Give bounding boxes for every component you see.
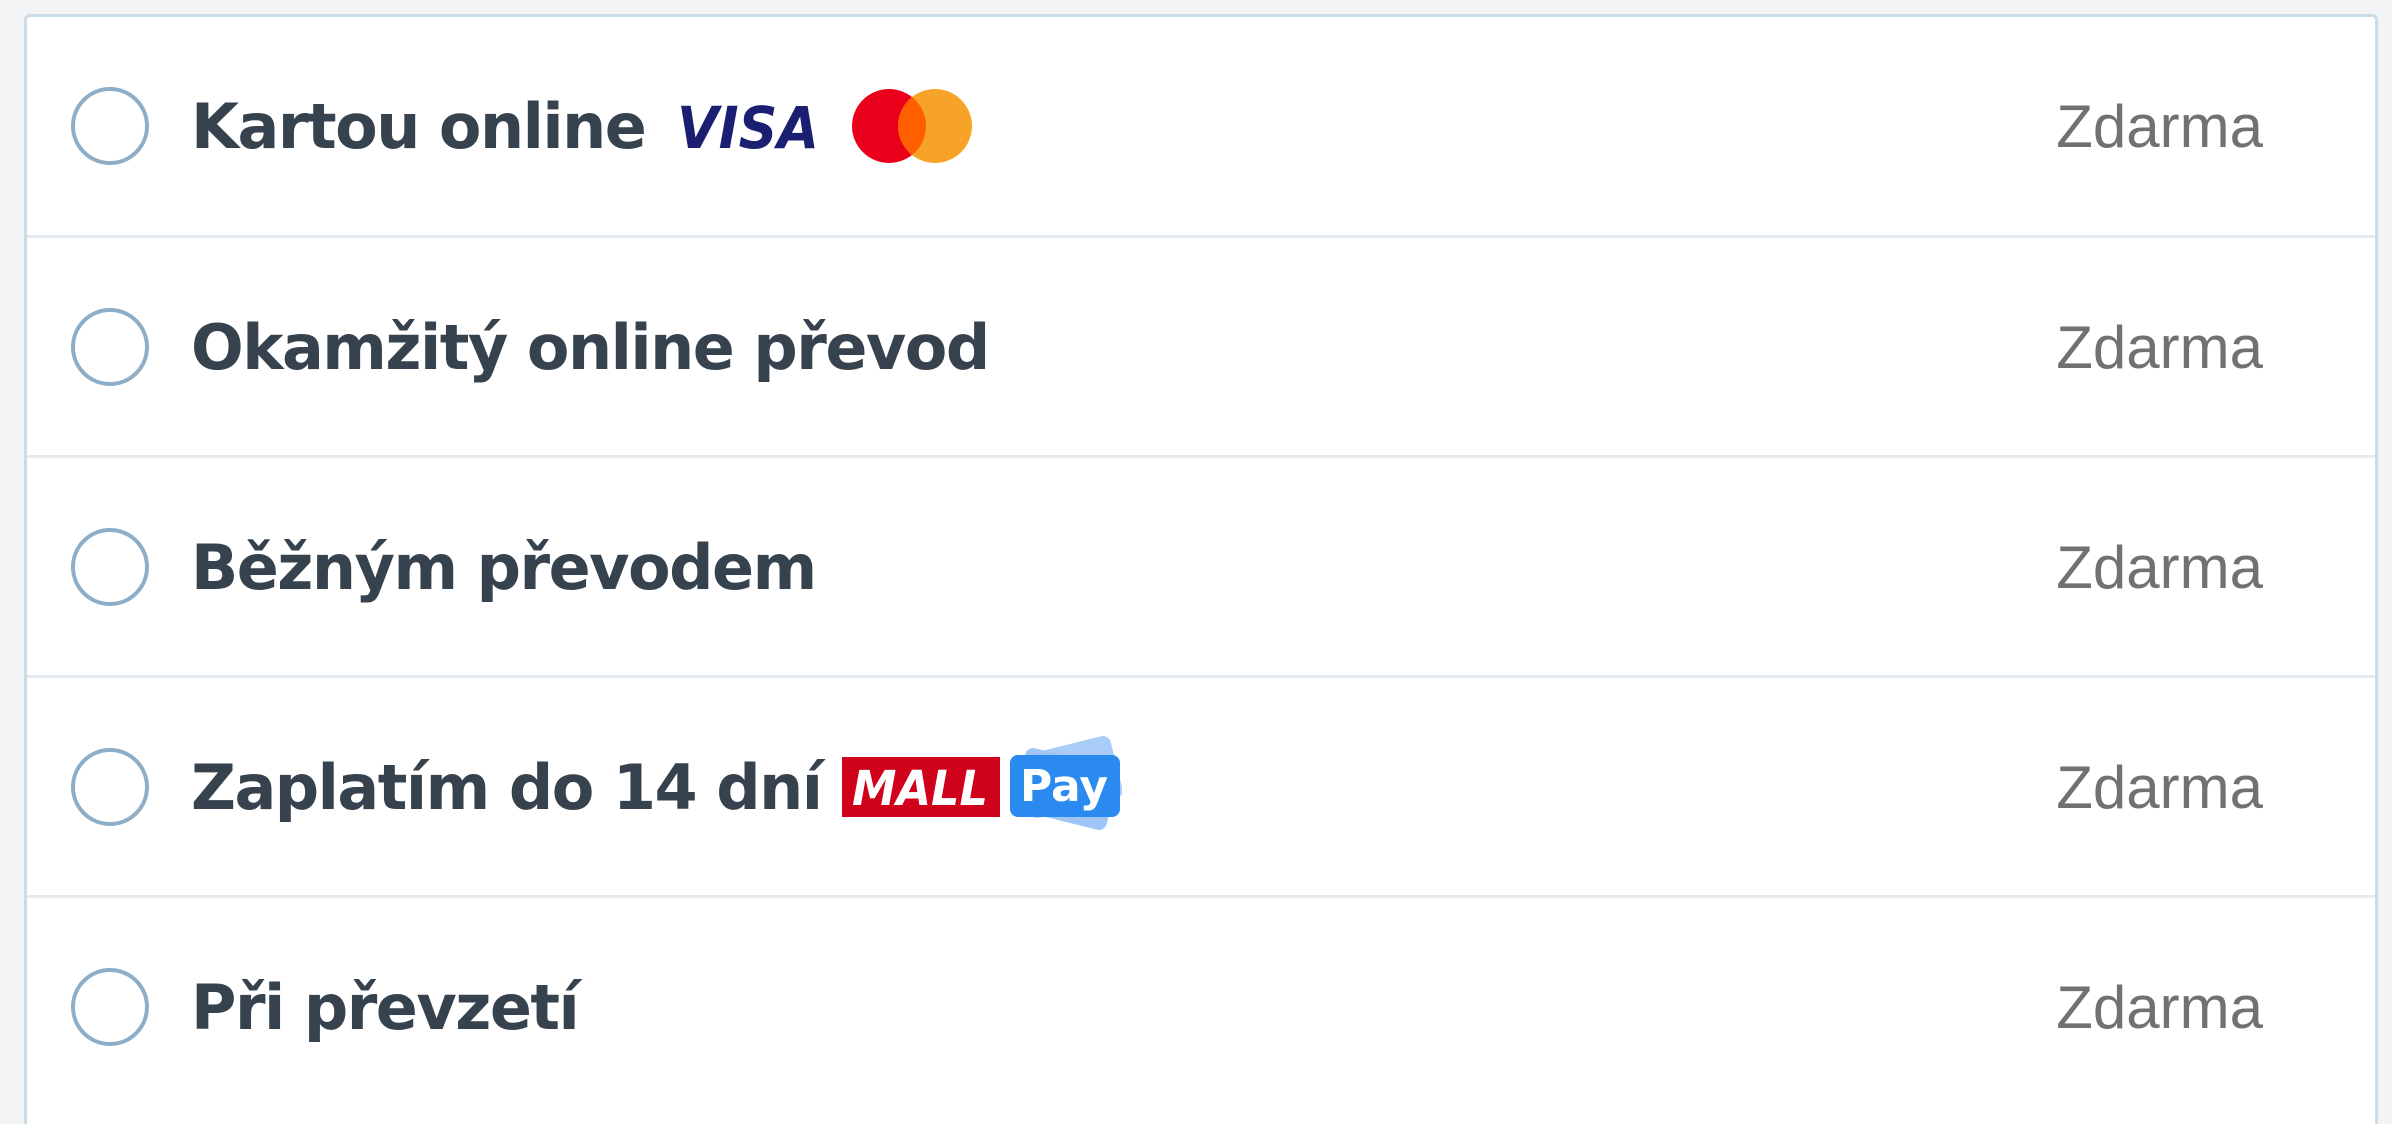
payment-option-label-group: Při převzetí xyxy=(191,898,580,1116)
payment-option-label-group: Běžným převodem xyxy=(191,458,817,676)
payment-option-price: Zdarma xyxy=(2056,313,2263,381)
payment-option-label-group: Kartou online VISA xyxy=(191,17,973,235)
payment-method-list: Kartou online VISA Zdarma Okamžitý onlin… xyxy=(24,14,2378,1124)
mastercard-logo xyxy=(852,89,973,163)
radio-button[interactable] xyxy=(71,528,149,606)
payment-option-price: Zdarma xyxy=(2056,92,2263,160)
visa-logo: VISA xyxy=(677,96,819,156)
payment-option-label: Okamžitý online převod xyxy=(191,310,990,384)
pay-logo-text: Pay xyxy=(1020,761,1108,812)
payment-option-label: Kartou online xyxy=(191,89,647,163)
radio-button[interactable] xyxy=(71,748,149,826)
radio-button[interactable] xyxy=(71,87,149,165)
payment-option-price: Zdarma xyxy=(2056,973,2263,1041)
radio-button[interactable] xyxy=(71,968,149,1046)
payment-option-price: Zdarma xyxy=(2056,753,2263,821)
payment-option-label-group: Okamžitý online převod xyxy=(191,238,990,456)
payment-option-on-delivery[interactable]: Při převzetí Zdarma xyxy=(27,895,2375,1113)
payment-option-instant-transfer[interactable]: Okamžitý online převod Zdarma xyxy=(27,235,2375,453)
radio-button[interactable] xyxy=(71,308,149,386)
payment-option-pay-later[interactable]: Zaplatím do 14 dní MALL Pay Zdarma xyxy=(27,675,2375,893)
mallpay-logo: MALL Pay xyxy=(841,736,1122,830)
payment-option-card-online[interactable]: Kartou online VISA Zdarma xyxy=(27,17,2375,235)
payment-option-label: Běžným převodem xyxy=(191,530,817,604)
payment-option-label: Zaplatím do 14 dní xyxy=(191,750,823,824)
payment-option-bank-transfer[interactable]: Běžným převodem Zdarma xyxy=(27,455,2375,673)
visa-logo-text: VISA xyxy=(677,96,819,156)
payment-option-price: Zdarma xyxy=(2056,533,2263,601)
payment-option-label: Při převzetí xyxy=(191,970,580,1044)
payment-option-label-group: Zaplatím do 14 dní MALL Pay xyxy=(191,678,1122,896)
mall-logo-text: MALL xyxy=(852,761,988,817)
